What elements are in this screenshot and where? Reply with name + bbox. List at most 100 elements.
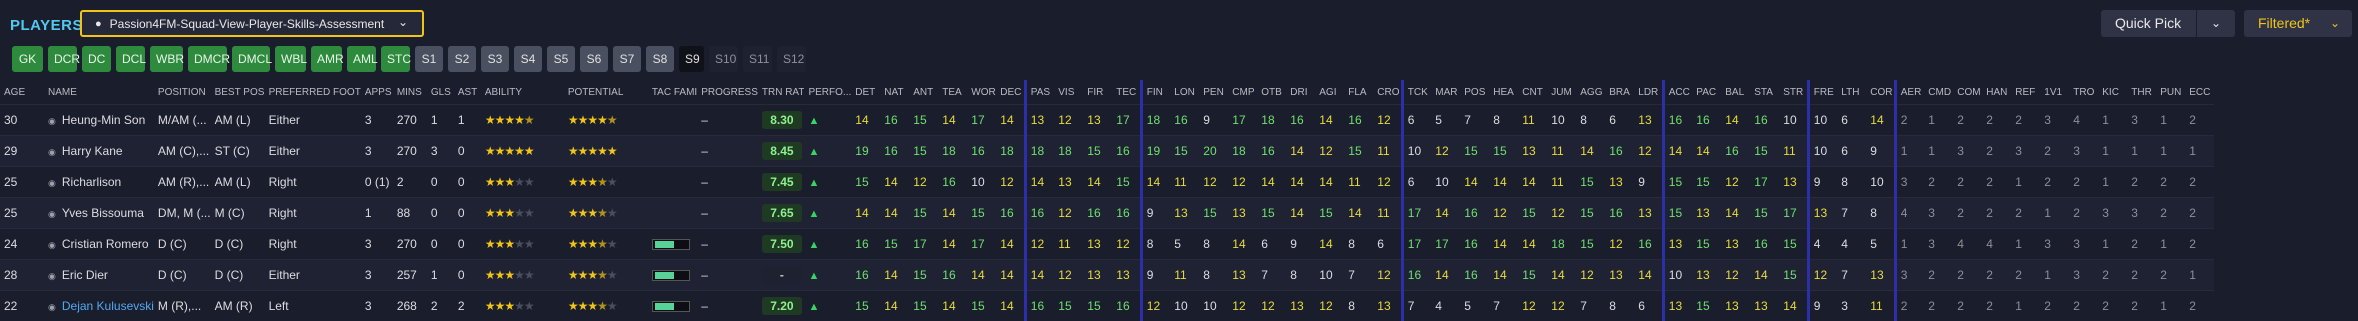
column-header-dec[interactable]: DEC xyxy=(996,80,1025,105)
column-header-perfo-[interactable]: PERFO... xyxy=(804,80,851,105)
column-header-tro[interactable]: TRO xyxy=(2069,80,2098,105)
quick-pick-button[interactable]: Quick Pick xyxy=(2101,10,2196,37)
position-button-s5[interactable]: S5 xyxy=(547,46,575,72)
column-header-mins[interactable]: MINS xyxy=(393,80,427,105)
position-button-s12[interactable]: S12 xyxy=(777,46,806,72)
column-header-best-pos[interactable]: BEST POS xyxy=(211,80,265,105)
table-row[interactable]: 22◉Dejan KulusevskiM (R),...AM (R)Left32… xyxy=(0,291,2214,321)
column-header-wor[interactable]: WOR xyxy=(967,80,996,105)
column-header-progress[interactable]: PROGRESS xyxy=(697,80,758,105)
table-row[interactable]: 30◉Heung-Min SonM/AM (...AM (L)Either327… xyxy=(0,105,2214,136)
position-button-s4[interactable]: S4 xyxy=(514,46,542,72)
position-button-s3[interactable]: S3 xyxy=(481,46,509,72)
column-header-preferred-foot[interactable]: PREFERRED FOOT xyxy=(265,80,361,105)
table-row[interactable]: 25◉Yves BissoumaDM, M (...M (C)Right1880… xyxy=(0,198,2214,229)
column-header-pos[interactable]: POS xyxy=(1460,80,1489,105)
table-row[interactable]: 25◉RicharlisonAM (R),...AM (L)Right0 (1)… xyxy=(0,167,2214,198)
player-name-text[interactable]: Richarlison xyxy=(62,175,121,189)
column-header-ldr[interactable]: LDR xyxy=(1634,80,1663,105)
quick-pick-chevron-icon[interactable]: ⌄ xyxy=(2196,10,2235,37)
column-header-cnt[interactable]: CNT xyxy=(1518,80,1547,105)
position-button-dcl[interactable]: DCL xyxy=(116,46,145,72)
column-header-acc[interactable]: ACC xyxy=(1663,80,1692,105)
player-name[interactable]: ◉Heung-Min Son xyxy=(44,105,154,136)
column-header-bal[interactable]: BAL xyxy=(1721,80,1750,105)
column-header-potential[interactable]: POTENTIAL xyxy=(564,80,648,105)
column-header-com[interactable]: COM xyxy=(1953,80,1982,105)
column-header-lon[interactable]: LON xyxy=(1170,80,1199,105)
column-header-fin[interactable]: FIN xyxy=(1141,80,1170,105)
position-button-s8[interactable]: S8 xyxy=(646,46,674,72)
column-header-ant[interactable]: ANT xyxy=(909,80,938,105)
column-header-fre[interactable]: FRE xyxy=(1808,80,1837,105)
column-header-det[interactable]: DET xyxy=(851,80,880,105)
player-name-text[interactable]: Harry Kane xyxy=(62,144,123,158)
position-button-s9[interactable]: S9 xyxy=(679,46,704,72)
column-header-nat[interactable]: NAT xyxy=(880,80,909,105)
column-header-thr[interactable]: THR xyxy=(2127,80,2156,105)
column-header-fla[interactable]: FLA xyxy=(1344,80,1373,105)
position-button-s11[interactable]: S11 xyxy=(743,46,772,72)
position-button-amr[interactable]: AMR xyxy=(311,46,342,72)
position-button-gk[interactable]: GK xyxy=(12,46,43,72)
player-name-text[interactable]: Yves Bissouma xyxy=(62,206,144,220)
column-header-1v1[interactable]: 1V1 xyxy=(2040,80,2069,105)
column-header-tec[interactable]: TEC xyxy=(1112,80,1141,105)
column-header-hea[interactable]: HEA xyxy=(1489,80,1518,105)
column-header-mar[interactable]: MAR xyxy=(1431,80,1460,105)
column-header-sta[interactable]: STA xyxy=(1750,80,1779,105)
column-header-cmp[interactable]: CMP xyxy=(1228,80,1257,105)
position-button-aml[interactable]: AML xyxy=(347,46,376,72)
position-button-s7[interactable]: S7 xyxy=(613,46,641,72)
column-header-position[interactable]: POSITION xyxy=(154,80,211,105)
position-button-dc[interactable]: DC xyxy=(82,46,111,72)
column-header-tea[interactable]: TEA xyxy=(938,80,967,105)
column-header-tck[interactable]: TCK xyxy=(1402,80,1431,105)
column-header-name[interactable]: NAME xyxy=(44,80,154,105)
column-header-tac-fami[interactable]: TAC FAMI xyxy=(648,80,697,105)
player-name[interactable]: ◉Yves Bissouma xyxy=(44,198,154,229)
column-header-apps[interactable]: APPS xyxy=(361,80,393,105)
player-name[interactable]: ◉Dejan Kulusevski xyxy=(44,291,154,321)
player-name-text[interactable]: Cristian Romero xyxy=(62,237,149,251)
position-button-dcr[interactable]: DCR xyxy=(48,46,77,72)
column-header-str[interactable]: STR xyxy=(1779,80,1808,105)
column-header-pas[interactable]: PAS xyxy=(1025,80,1054,105)
column-header-fir[interactable]: FIR xyxy=(1083,80,1112,105)
player-name-text[interactable]: Heung-Min Son xyxy=(62,113,145,127)
table-row[interactable]: 29◉Harry KaneAM (C),...ST (C)Either32703… xyxy=(0,136,2214,167)
column-header-dri[interactable]: DRI xyxy=(1286,80,1315,105)
column-header-ecc[interactable]: ECC xyxy=(2185,80,2214,105)
column-header-cmd[interactable]: CMD xyxy=(1924,80,1953,105)
player-name[interactable]: ◉Richarlison xyxy=(44,167,154,198)
player-name-text[interactable]: Dejan Kulusevski xyxy=(62,299,154,313)
column-header-pun[interactable]: PUN xyxy=(2156,80,2185,105)
player-name[interactable]: ◉Eric Dier xyxy=(44,260,154,291)
column-header-lth[interactable]: LTH xyxy=(1837,80,1866,105)
position-button-s6[interactable]: S6 xyxy=(580,46,608,72)
column-header-ast[interactable]: AST xyxy=(454,80,481,105)
position-button-s10[interactable]: S10 xyxy=(709,46,738,72)
filter-button[interactable]: Filtered* ⌄ xyxy=(2244,10,2352,37)
column-header-pac[interactable]: PAC xyxy=(1692,80,1721,105)
column-header-ref[interactable]: REF xyxy=(2011,80,2040,105)
position-button-dmcr[interactable]: DMCR xyxy=(188,46,227,72)
position-button-wbl[interactable]: WBL xyxy=(275,46,306,72)
column-header-gls[interactable]: GLS xyxy=(427,80,454,105)
position-button-dmcl[interactable]: DMCL xyxy=(232,46,270,72)
view-selector[interactable]: ● Passion4FM-Squad-View-Player-Skills-As… xyxy=(80,10,424,37)
column-header-han[interactable]: HAN xyxy=(1982,80,2011,105)
column-header-agg[interactable]: AGG xyxy=(1576,80,1605,105)
table-row[interactable]: 28◉Eric DierD (C)D (C)Either325710★★★★★★… xyxy=(0,260,2214,291)
column-header-pen[interactable]: PEN xyxy=(1199,80,1228,105)
player-name-text[interactable]: Eric Dier xyxy=(62,268,108,282)
position-button-wbr[interactable]: WBR xyxy=(150,46,183,72)
column-header-agi[interactable]: AGI xyxy=(1315,80,1344,105)
player-name[interactable]: ◉Cristian Romero xyxy=(44,229,154,260)
column-header-trn-rat[interactable]: TRN RAT xyxy=(758,80,805,105)
column-header-aer[interactable]: AER xyxy=(1895,80,1924,105)
column-header-jum[interactable]: JUM xyxy=(1547,80,1576,105)
player-name[interactable]: ◉Harry Kane xyxy=(44,136,154,167)
column-header-bra[interactable]: BRA xyxy=(1605,80,1634,105)
column-header-vis[interactable]: VIS xyxy=(1054,80,1083,105)
